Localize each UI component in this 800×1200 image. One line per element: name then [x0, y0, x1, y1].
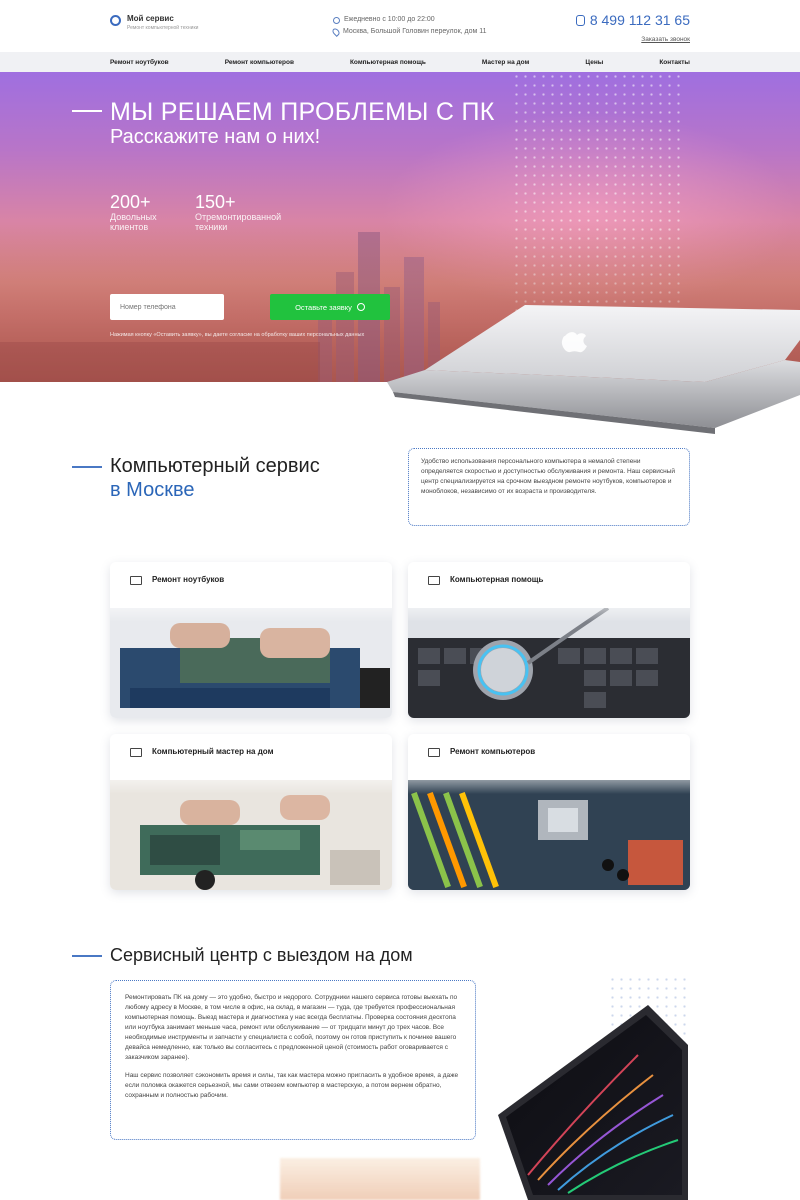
bottom-city-image — [280, 1158, 480, 1200]
card-home-master[interactable]: Компьютерный мастер на дом — [110, 734, 392, 890]
nav-item-computer-help[interactable]: Компьютерная помощь — [350, 59, 426, 66]
callback-link[interactable]: Заказать звонок — [641, 36, 690, 43]
dark-laptop-image — [498, 1005, 688, 1200]
card-title: Компьютерная помощь — [450, 575, 544, 584]
phone-number[interactable]: 8 499 112 31 65 — [590, 12, 690, 28]
main-nav: Ремонт ноутбуков Ремонт компьютеров Комп… — [0, 52, 800, 72]
nav-item-laptop-repair[interactable]: Ремонт ноутбуков — [110, 59, 169, 66]
support-icon — [428, 576, 440, 585]
submit-request-label: Оставьте заявку — [295, 302, 352, 312]
service-title-line1: Компьютерный сервис — [110, 455, 320, 477]
card-laptop-repair[interactable]: Ремонт ноутбуков — [110, 562, 392, 718]
logo-tagline: Ремонт компьютерной техники — [127, 25, 199, 31]
hero-accent-line — [72, 110, 102, 112]
card-title: Компьютерный мастер на дом — [152, 747, 274, 756]
consent-text: Нажимая кнопку «Оставить заявку», вы дае… — [110, 332, 365, 338]
phone-input[interactable] — [110, 294, 224, 320]
stat-repaired-number: 150+ — [195, 192, 236, 212]
ram-motherboard-image — [408, 780, 690, 890]
section-accent-line — [72, 955, 102, 957]
card-title: Ремонт ноутбуков — [152, 575, 225, 584]
logo[interactable]: Мой сервис Ремонт компьютерной техники — [110, 14, 198, 32]
card-computer-repair[interactable]: Ремонт компьютеров — [408, 734, 690, 890]
laptop-icon — [130, 576, 142, 585]
service-description: Удобство использования персонального ком… — [408, 448, 690, 526]
service-title: Компьютерный сервис в Москве — [110, 454, 320, 502]
home-service-paragraph-1: Ремонтировать ПК на дому — это удобно, б… — [125, 994, 458, 1061]
submit-request-button[interactable]: Оставьте заявку — [270, 294, 390, 320]
pcb-repair-image — [110, 780, 392, 890]
logo-name: Мой сервис — [127, 14, 174, 23]
nav-item-home-master[interactable]: Мастер на дом — [482, 59, 529, 66]
service-title-line2: в Москве — [110, 479, 195, 501]
stat-repaired: 150+ Отремонтированной техники — [195, 192, 305, 232]
car-icon — [130, 748, 142, 757]
nav-item-prices[interactable]: Цены — [585, 59, 603, 66]
working-hours: Ежедневно с 10:00 до 22:00 — [344, 16, 435, 23]
arrow-circle-icon — [356, 303, 365, 311]
home-service-paragraph-2: Наш сервис позволяет сэкономить время и … — [125, 1072, 459, 1099]
contact-info: Ежедневно с 10:00 до 22:00 Москва, Больш… — [331, 14, 487, 38]
desktop-icon — [428, 748, 440, 757]
laptop-image — [387, 305, 800, 434]
stat-clients-label: Довольных клиентов — [110, 212, 157, 232]
nav-item-computer-repair[interactable]: Ремонт компьютеров — [225, 59, 294, 66]
stat-clients-number: 200+ — [110, 192, 151, 212]
site-header: Мой сервис Ремонт компьютерной техники Е… — [0, 0, 800, 52]
card-title: Ремонт компьютеров — [450, 747, 536, 756]
phone-block: 8 499 112 31 65 Заказать звонок — [575, 12, 690, 46]
logo-icon — [110, 15, 121, 26]
phone-icon — [575, 14, 585, 26]
stat-clients: 200+ Довольных клиентов — [110, 192, 180, 232]
home-service-title: Сервисный центр с выездом на дом — [110, 945, 413, 965]
hero-subtitle: Расскажите нам о них! — [110, 126, 321, 148]
home-service-description: Ремонтировать ПК на дому — это удобно, б… — [110, 980, 476, 1140]
address: Москва, Большой Головин переулок, дом 11 — [343, 28, 487, 35]
nav-item-contacts[interactable]: Контакты — [659, 59, 690, 66]
stethoscope-keyboard-image — [408, 608, 690, 718]
clock-icon — [333, 16, 340, 24]
section-accent-line — [72, 466, 102, 468]
laptop-motherboard-image — [110, 608, 392, 718]
card-computer-help[interactable]: Компьютерная помощь — [408, 562, 690, 718]
hero-title: МЫ РЕШАЕМ ПРОБЛЕМЫ С ПК — [110, 98, 495, 126]
stat-repaired-label: Отремонтированной техники — [195, 212, 282, 232]
location-icon — [331, 27, 341, 37]
